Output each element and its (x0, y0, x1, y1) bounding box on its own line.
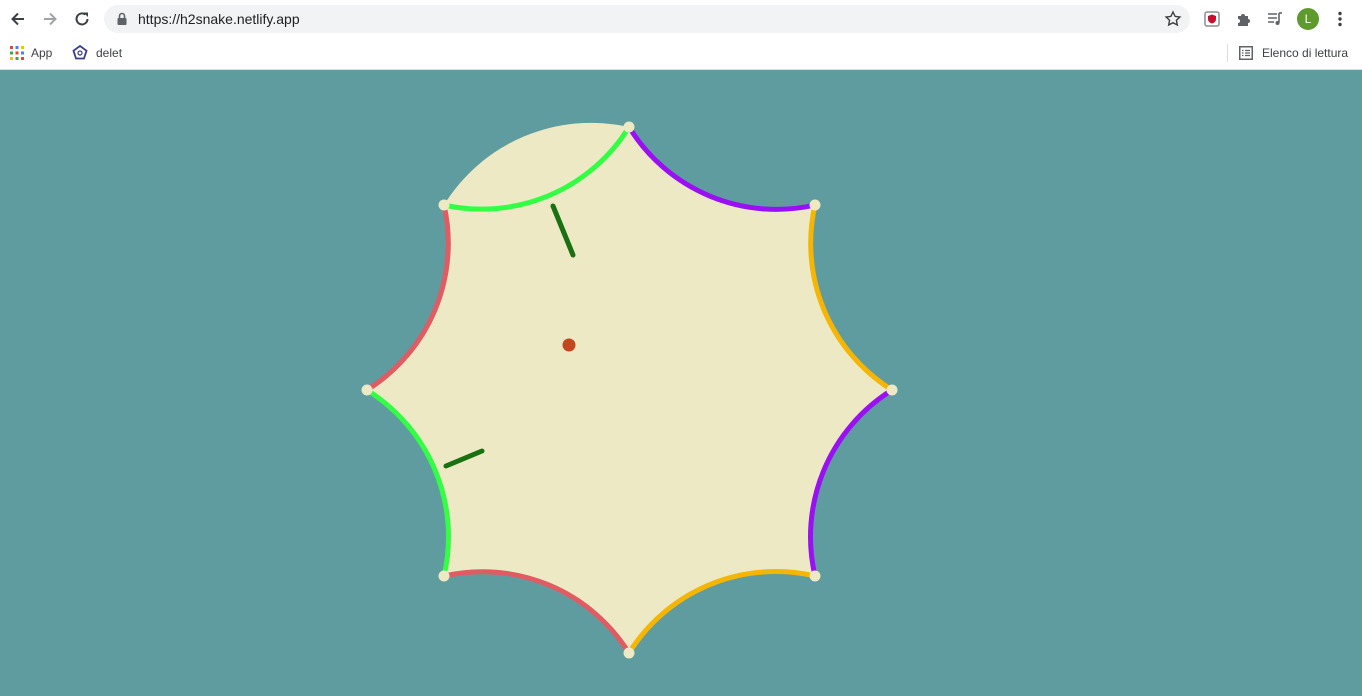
pentagon-icon (72, 44, 88, 60)
arrow-right-icon (44, 12, 57, 26)
bookmark-delet-label: delet (96, 46, 123, 60)
bookmark-apps[interactable]: App (10, 43, 52, 63)
apps-grid-icon (10, 46, 24, 60)
bookmark-apps-label: App (31, 46, 53, 60)
back-button[interactable] (5, 6, 31, 32)
extension-shield-button[interactable] (1201, 8, 1223, 30)
game-viewport[interactable] (0, 70, 1362, 696)
reading-list-icon (1239, 46, 1253, 60)
food-dot (562, 338, 576, 352)
game-canvas[interactable] (0, 70, 1362, 696)
media-controls-button[interactable] (1264, 8, 1286, 30)
reload-button[interactable] (69, 6, 95, 32)
star-icon[interactable] (1164, 10, 1182, 28)
address-bar[interactable]: https://h2snake.netlify.app (104, 5, 1190, 33)
shield-icon (1204, 11, 1220, 27)
board-vertex (623, 647, 635, 659)
menu-button[interactable] (1329, 8, 1351, 30)
profile-avatar[interactable]: L (1297, 8, 1319, 30)
board-vertex (809, 570, 821, 582)
bookmarks-bar: App delet Elenco di lettura (0, 38, 1362, 70)
url-text: https://h2snake.netlify.app (138, 11, 300, 27)
bookmark-delet[interactable]: delet (71, 43, 122, 63)
lock-icon (117, 12, 127, 25)
bookmarks-separator (1227, 44, 1228, 62)
reload-icon (75, 12, 89, 26)
extensions-button[interactable] (1233, 8, 1255, 30)
arrow-left-icon (11, 12, 24, 26)
reading-list-label: Elenco di lettura (1262, 46, 1349, 60)
board-vertex (361, 384, 373, 396)
puzzle-icon (1238, 14, 1250, 26)
forward-button[interactable] (37, 6, 63, 32)
board-vertex (438, 199, 450, 211)
board-vertex (623, 121, 635, 133)
browser-toolbar: https://h2snake.netlify.app L (0, 0, 1362, 38)
playlist-music-icon (1268, 12, 1282, 25)
board-vertex (886, 384, 898, 396)
reading-list-button[interactable]: Elenco di lettura (1239, 43, 1348, 63)
board-vertex (438, 570, 450, 582)
kebab-menu-icon (1338, 11, 1342, 27)
board-vertex (809, 199, 821, 211)
